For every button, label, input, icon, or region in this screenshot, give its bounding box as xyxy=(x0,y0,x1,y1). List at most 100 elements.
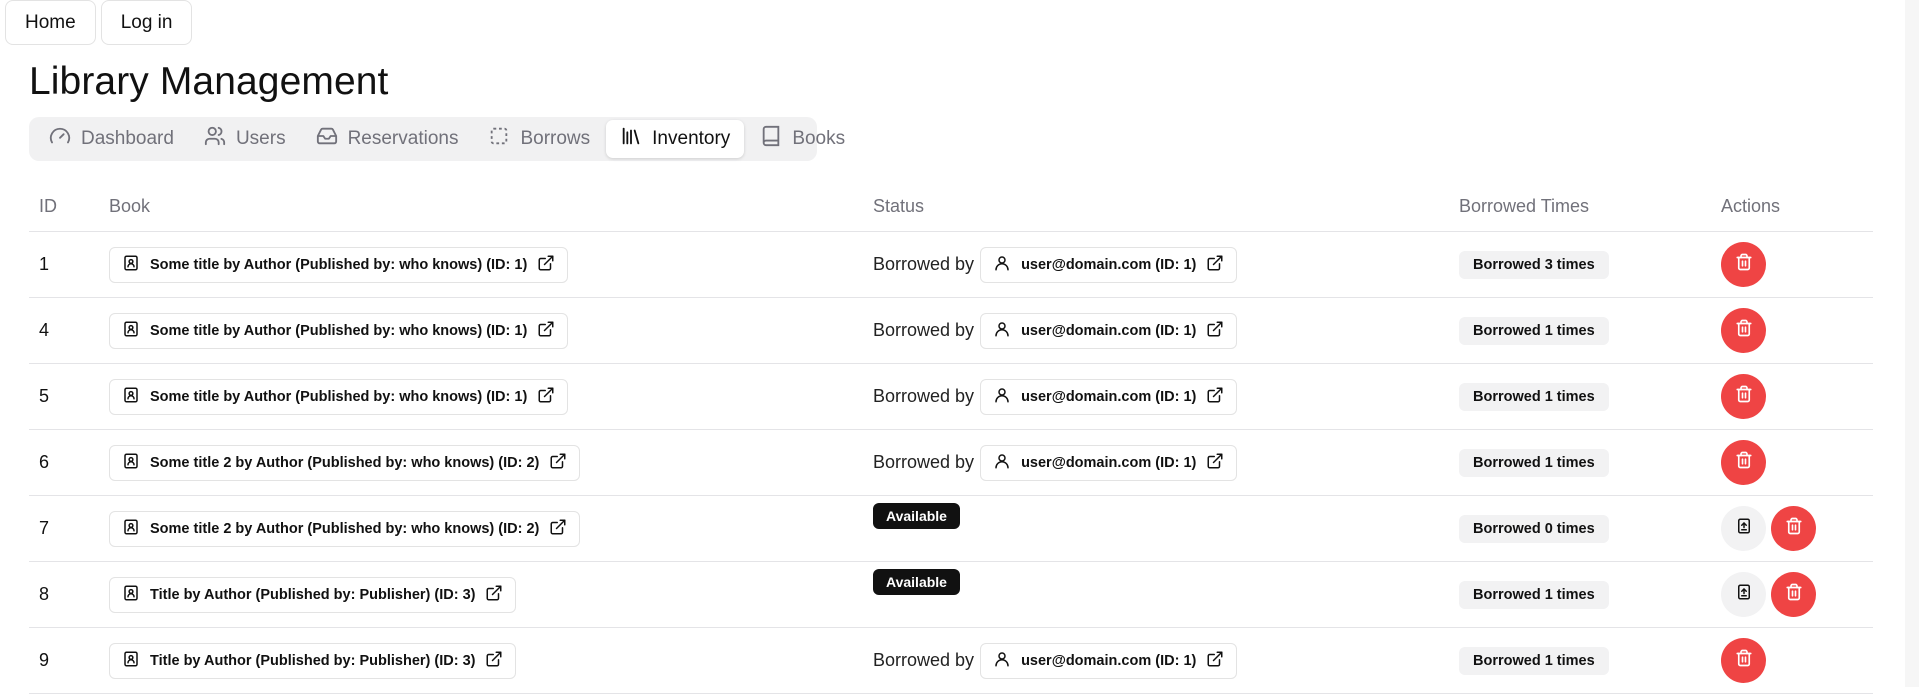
header-actions: Actions xyxy=(1711,181,1873,232)
book-label: Some title by Author (Published by: who … xyxy=(150,322,528,339)
book-icon xyxy=(122,452,140,474)
user-icon xyxy=(993,254,1011,276)
table-row: 6 Some title 2 by Author (Published by: … xyxy=(29,429,1873,496)
tab-reservations[interactable]: Reservations xyxy=(302,120,473,158)
book-link[interactable]: Some title by Author (Published by: who … xyxy=(109,378,569,415)
scrollbar[interactable] xyxy=(1905,0,1919,687)
book-icon xyxy=(122,650,140,672)
user-link[interactable]: user@domain.com (ID: 1) xyxy=(980,444,1238,481)
library-icon xyxy=(620,125,642,153)
tab-label: Users xyxy=(235,128,286,149)
inventory-table: ID Book Status Borrowed Times Actions 1 … xyxy=(29,181,1873,694)
borrowed-by: Borrowed by user@domain.com (ID: 1) xyxy=(873,378,1238,415)
table-row: 4 Some title by Author (Published by: wh… xyxy=(29,297,1873,364)
book-label: Title by Author (Published by: Publisher… xyxy=(150,586,476,603)
delete-button[interactable] xyxy=(1721,308,1766,353)
external-link-icon xyxy=(537,386,555,408)
table-row: 1 Some title by Author (Published by: wh… xyxy=(29,231,1873,298)
external-link-icon xyxy=(1206,320,1224,342)
table-header-row: ID Book Status Borrowed Times Actions xyxy=(29,181,1873,232)
available-badge: Available xyxy=(873,568,960,595)
borrowed-by-label: Borrowed by xyxy=(873,254,975,274)
actions-cell xyxy=(1711,495,1873,562)
book-label: Some title 2 by Author (Published by: wh… xyxy=(150,520,540,537)
book-link[interactable]: Title by Author (Published by: Publisher… xyxy=(109,642,517,679)
book-icon xyxy=(122,518,140,540)
book-label: Some title 2 by Author (Published by: wh… xyxy=(150,454,540,471)
return-button[interactable] xyxy=(1721,572,1766,617)
borrowed-times-cell: Borrowed 3 times xyxy=(1449,231,1711,298)
header-status: Status xyxy=(863,181,1449,232)
book-icon xyxy=(760,125,782,153)
status-cell: Borrowed by user@domain.com (ID: 1) xyxy=(863,363,1449,430)
external-link-icon xyxy=(485,584,503,606)
borrowed-by-label: Borrowed by xyxy=(873,320,975,340)
book-cell: Some title by Author (Published by: who … xyxy=(99,363,863,430)
book-cell: Title by Author (Published by: Publisher… xyxy=(99,627,863,694)
book-return-icon xyxy=(1735,583,1753,606)
header-borrowed-times: Borrowed Times xyxy=(1449,181,1711,232)
row-actions xyxy=(1721,374,1873,419)
borrowed-count-badge: Borrowed 1 times xyxy=(1459,580,1609,609)
home-button[interactable]: Home xyxy=(5,0,96,45)
tab-label: Reservations xyxy=(347,128,459,149)
borrowed-by: Borrowed by user@domain.com (ID: 1) xyxy=(873,312,1238,349)
book-link[interactable]: Some title by Author (Published by: who … xyxy=(109,246,569,283)
actions-cell xyxy=(1711,627,1873,694)
trash-icon xyxy=(1735,319,1753,342)
borrowed-times-cell: Borrowed 1 times xyxy=(1449,429,1711,496)
tab-users[interactable]: Users xyxy=(190,120,300,158)
trash-icon xyxy=(1735,649,1753,672)
delete-button[interactable] xyxy=(1721,638,1766,683)
delete-button[interactable] xyxy=(1721,374,1766,419)
actions-cell xyxy=(1711,297,1873,364)
row-actions xyxy=(1721,572,1873,617)
delete-button[interactable] xyxy=(1721,242,1766,287)
borrowed-times-cell: Borrowed 1 times xyxy=(1449,363,1711,430)
delete-button[interactable] xyxy=(1771,572,1816,617)
row-id: 5 xyxy=(29,363,99,430)
delete-button[interactable] xyxy=(1721,440,1766,485)
borrowed-count-badge: Borrowed 1 times xyxy=(1459,382,1609,411)
book-link[interactable]: Some title by Author (Published by: who … xyxy=(109,312,569,349)
actions-cell xyxy=(1711,231,1873,298)
tab-label: Dashboard xyxy=(81,128,174,149)
tab-bar: Dashboard Users Reservations Borrows Inv… xyxy=(29,117,845,161)
borrowed-by: Borrowed by user@domain.com (ID: 1) xyxy=(873,444,1238,481)
login-button[interactable]: Log in xyxy=(100,0,193,45)
tab-borrows[interactable]: Borrows xyxy=(474,120,604,158)
tab-dashboard[interactable]: Dashboard xyxy=(35,120,188,158)
book-link[interactable]: Title by Author (Published by: Publisher… xyxy=(109,576,517,613)
user-link[interactable]: user@domain.com (ID: 1) xyxy=(980,312,1238,349)
external-link-icon xyxy=(549,452,567,474)
trash-icon xyxy=(1785,517,1803,540)
trash-icon xyxy=(1735,385,1753,408)
user-label: user@domain.com (ID: 1) xyxy=(1021,256,1197,273)
external-link-icon xyxy=(485,650,503,672)
book-link[interactable]: Some title 2 by Author (Published by: wh… xyxy=(109,444,581,481)
external-link-icon xyxy=(549,518,567,540)
tab-books[interactable]: Books xyxy=(746,120,859,158)
user-link[interactable]: user@domain.com (ID: 1) xyxy=(980,378,1238,415)
available-badge: Available xyxy=(873,502,960,529)
row-id: 6 xyxy=(29,429,99,496)
tab-inventory[interactable]: Inventory xyxy=(606,120,745,158)
user-link[interactable]: user@domain.com (ID: 1) xyxy=(980,246,1238,283)
borrowed-times-cell: Borrowed 1 times xyxy=(1449,297,1711,364)
table-row: 5 Some title by Author (Published by: wh… xyxy=(29,363,1873,430)
delete-button[interactable] xyxy=(1771,506,1816,551)
actions-cell xyxy=(1711,363,1873,430)
borrowed-count-badge: Borrowed 1 times xyxy=(1459,646,1609,675)
status-cell: Borrowed by user@domain.com (ID: 1) xyxy=(863,627,1449,694)
external-link-icon xyxy=(1206,452,1224,474)
user-icon xyxy=(993,452,1011,474)
user-link[interactable]: user@domain.com (ID: 1) xyxy=(980,642,1238,679)
borrowed-count-badge: Borrowed 1 times xyxy=(1459,316,1609,345)
book-link[interactable]: Some title 2 by Author (Published by: wh… xyxy=(109,510,581,547)
tab-label: Borrows xyxy=(520,128,591,149)
return-button[interactable] xyxy=(1721,506,1766,551)
gauge-icon xyxy=(49,125,71,153)
book-icon xyxy=(122,584,140,606)
book-cell: Some title 2 by Author (Published by: wh… xyxy=(99,495,863,562)
row-id: 8 xyxy=(29,561,99,628)
